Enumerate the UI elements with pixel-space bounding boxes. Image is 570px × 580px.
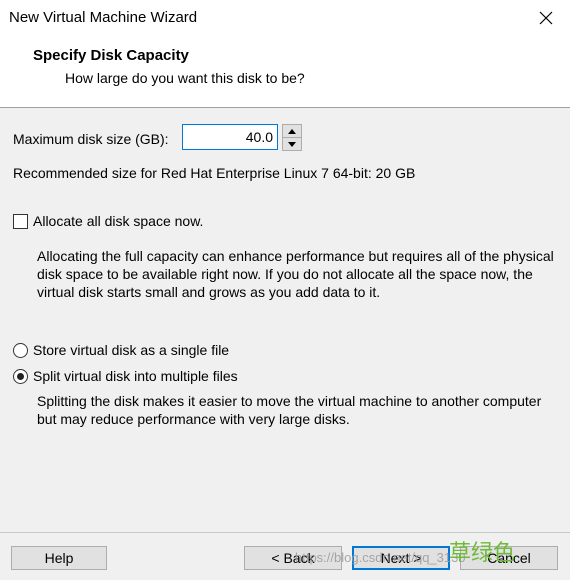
recommended-size-text: Recommended size for Red Hat Enterprise …: [13, 165, 416, 181]
window-title: New Virtual Machine Wizard: [9, 9, 198, 26]
split-files-label[interactable]: Split virtual disk into multiple files: [33, 368, 238, 384]
spin-up-button[interactable]: [282, 124, 302, 138]
caret-up-icon: [288, 128, 296, 134]
disk-size-label: Maximum disk size (GB):: [13, 131, 169, 147]
title-bar: New Virtual Machine Wizard: [0, 0, 570, 36]
single-file-radio[interactable]: [13, 343, 28, 358]
close-icon: [539, 11, 553, 25]
allocate-label[interactable]: Allocate all disk space now.: [33, 213, 203, 229]
allocate-checkbox[interactable]: [13, 214, 28, 229]
help-button[interactable]: Help: [11, 546, 107, 570]
single-file-label[interactable]: Store virtual disk as a single file: [33, 342, 229, 358]
allocate-description: Allocating the full capacity can enhance…: [37, 248, 554, 300]
split-description: Splitting the disk makes it easier to mo…: [37, 393, 542, 427]
wizard-header: Specify Disk Capacity How large do you w…: [0, 36, 570, 108]
radio-selected-dot: [17, 373, 24, 380]
caret-down-icon: [288, 141, 296, 147]
split-files-radio[interactable]: [13, 369, 28, 384]
watermark-logo-text: 草绿色: [449, 541, 516, 566]
wizard-content: Maximum disk size (GB): Recommended size…: [0, 108, 570, 532]
spin-down-button[interactable]: [282, 137, 302, 151]
close-button[interactable]: [532, 4, 560, 32]
disk-size-spinner: [282, 124, 302, 152]
page-subtitle: How large do you want this disk to be?: [65, 70, 305, 86]
disk-size-input[interactable]: [182, 124, 278, 150]
watermark-url: https://blog.csdn.net/qq_3130: [295, 550, 466, 565]
page-title: Specify Disk Capacity: [33, 47, 189, 64]
